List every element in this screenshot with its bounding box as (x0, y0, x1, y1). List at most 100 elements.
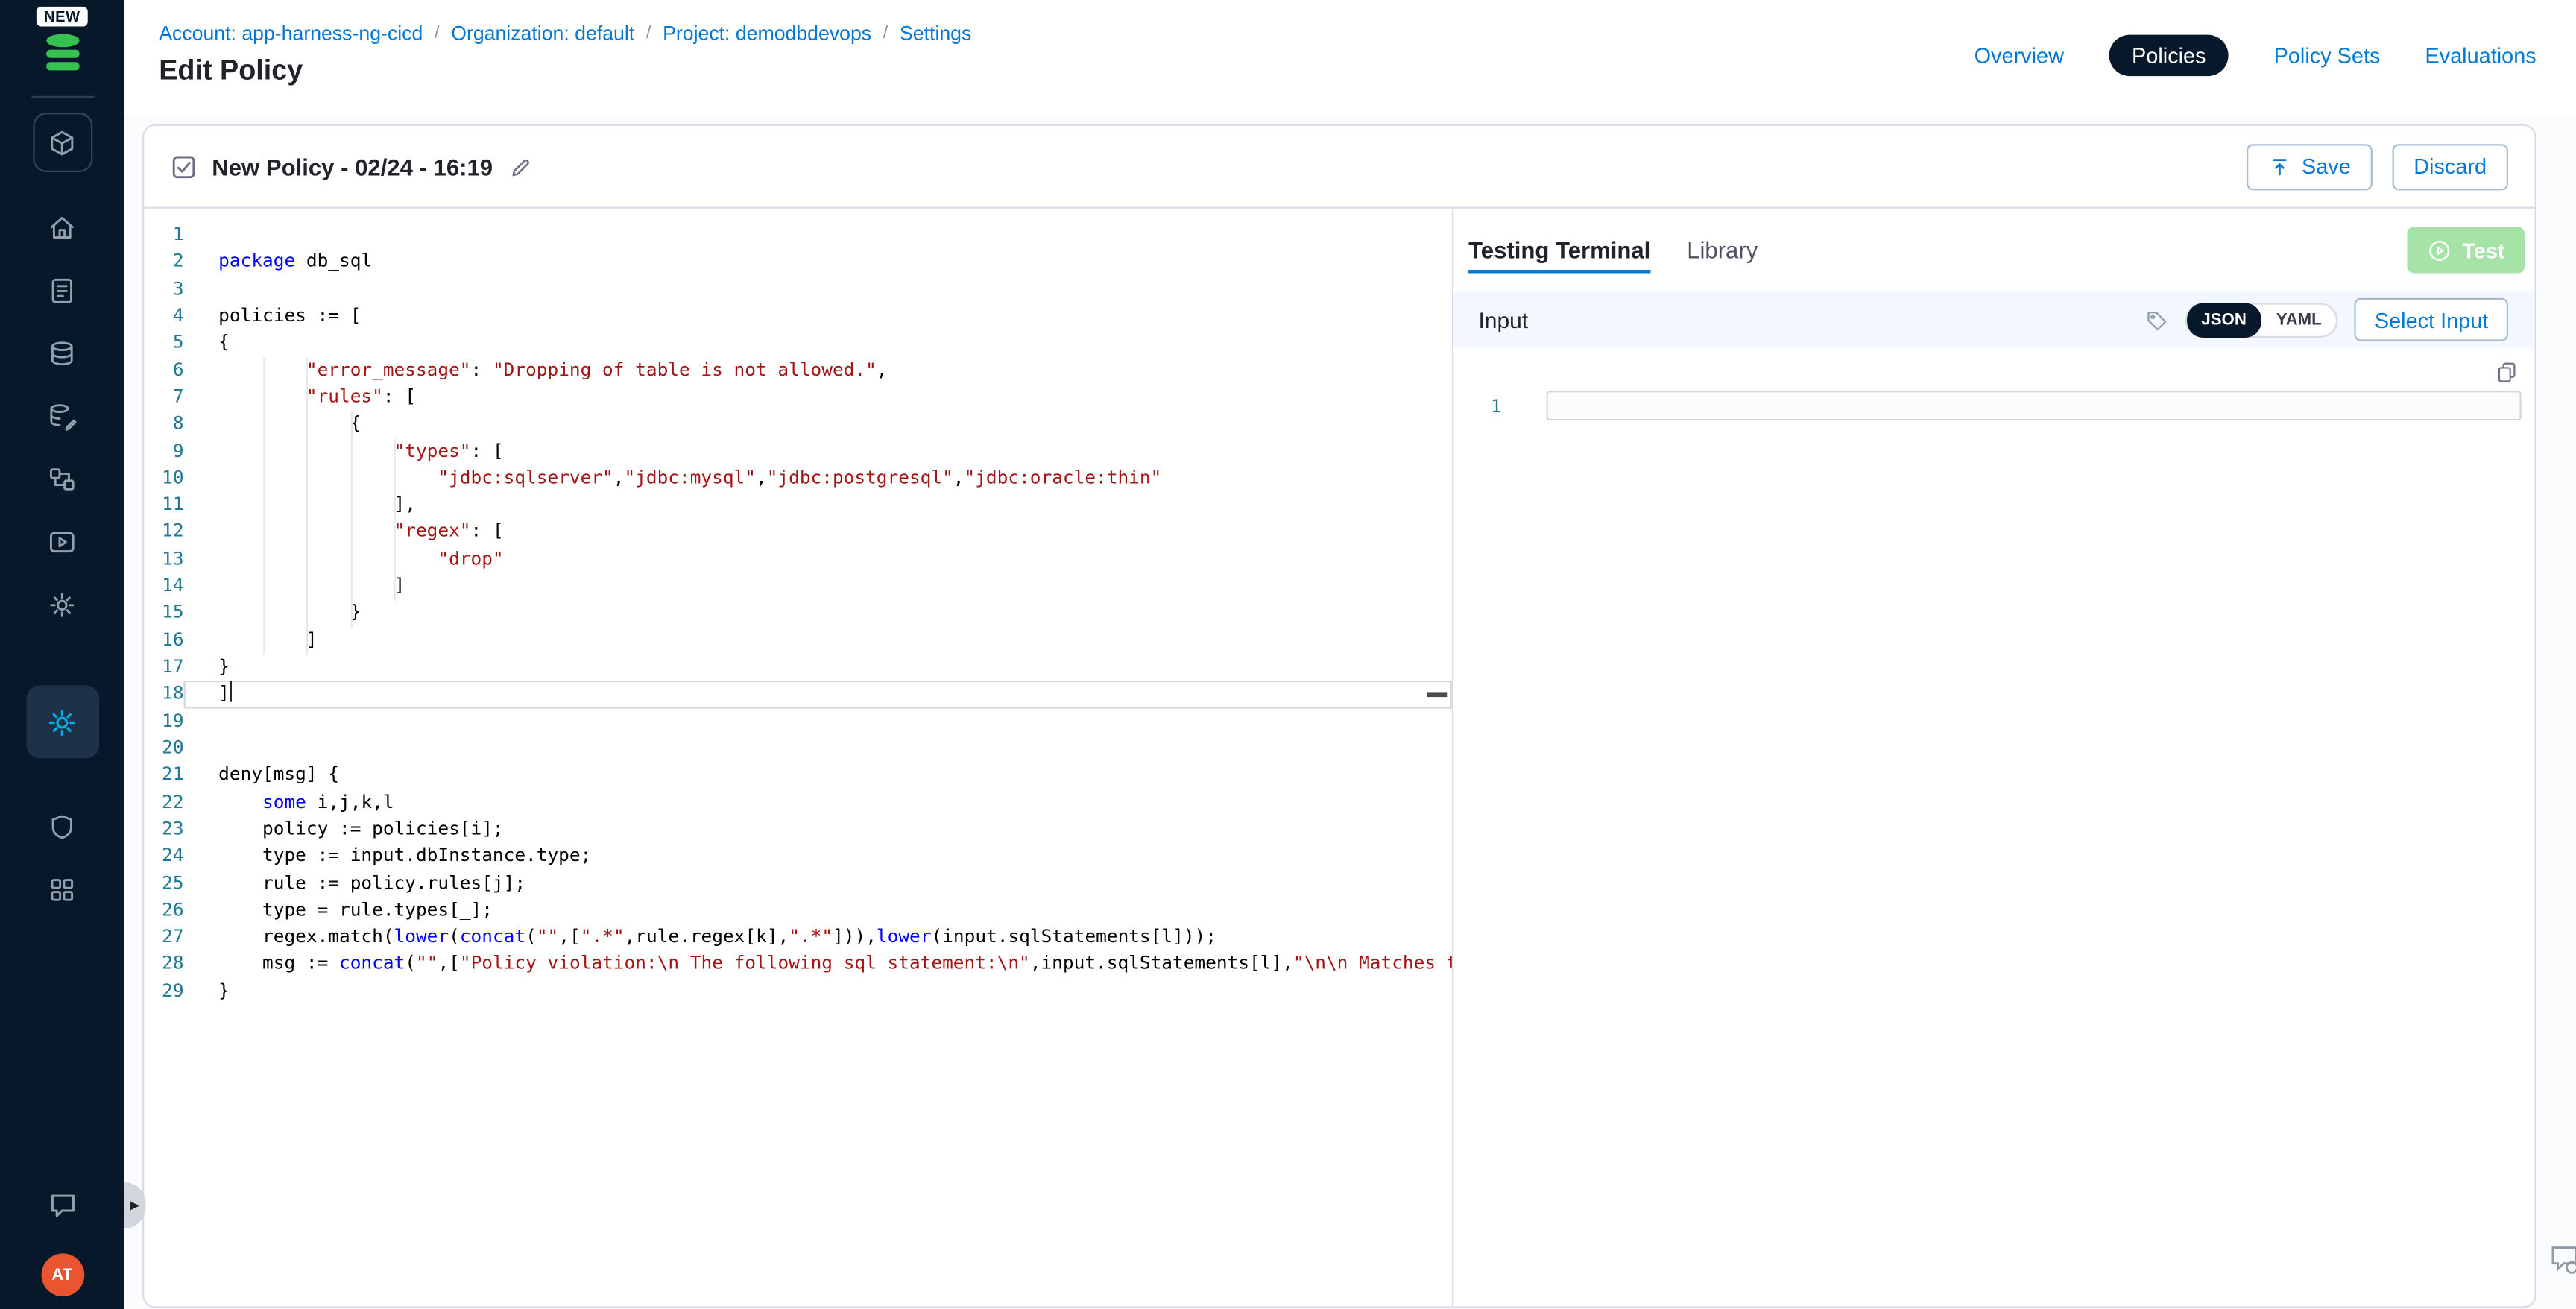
line-content: { (184, 330, 1452, 357)
line-number: 26 (144, 897, 183, 924)
sidebar-item-db-changes[interactable] (29, 384, 95, 447)
code-line-13[interactable]: 13 "drop" (144, 546, 1452, 573)
line-number: 20 (144, 735, 183, 762)
tab-policies-active[interactable]: Policies (2109, 34, 2229, 76)
sidebar-item-organization[interactable] (29, 858, 95, 921)
sidebar-item-policies[interactable] (29, 258, 95, 321)
play-box-icon (46, 526, 78, 557)
home-icon (46, 211, 78, 242)
line-content: package db_sql (184, 249, 1452, 276)
sidebar-item-settings[interactable] (29, 573, 95, 636)
code-line-6[interactable]: 6 "error_message": "Dropping of table is… (144, 357, 1452, 384)
policy-editor-card: New Policy - 02/24 - 16:19 Save Discard (142, 124, 2536, 1308)
code-line-21[interactable]: 21deny[msg] { (144, 762, 1452, 789)
testing-panel-tabs: Testing Terminal Library Test (1453, 209, 2534, 291)
code-lines: 12package db_sql34policies := [5{6 "erro… (144, 222, 1452, 1006)
user-avatar[interactable]: AT (40, 1253, 83, 1296)
sidebar-item-governance[interactable] (29, 795, 95, 857)
tag-button[interactable] (2144, 307, 2168, 332)
sidebar-item-pipelines[interactable] (29, 447, 95, 510)
policy-code-editor[interactable]: 12package db_sql34policies := [5{6 "erro… (144, 209, 1452, 1307)
chat-bubble-icon (2546, 1240, 2576, 1277)
code-line-20[interactable]: 20 (144, 735, 1452, 762)
input-section-bar: Input JSON YAML Select Input (1453, 291, 2534, 348)
code-line-10[interactable]: 10 "jdbc:sqlserver","jdbc:mysql","jdbc:p… (144, 465, 1452, 492)
line-number: 5 (144, 330, 183, 357)
help-chat-button[interactable] (45, 1189, 78, 1227)
code-line-14[interactable]: 14 ] (144, 573, 1452, 600)
code-line-3[interactable]: 3 (144, 276, 1452, 303)
cube-icon (46, 127, 78, 158)
code-line-19[interactable]: 19 (144, 708, 1452, 735)
code-line-4[interactable]: 4policies := [ (144, 303, 1452, 329)
format-yaml-option[interactable]: YAML (2261, 302, 2337, 337)
code-line-28[interactable]: 28 msg := concat("",["Policy violation:\… (144, 951, 1452, 978)
line-number: 14 (144, 573, 183, 600)
sidebar-item-module[interactable] (32, 113, 92, 172)
code-line-11[interactable]: 11 ], (144, 492, 1452, 519)
code-line-18[interactable]: 18] (144, 681, 1452, 708)
sidebar-item-executions[interactable] (29, 510, 95, 573)
line-content: "error_message": "Dropping of table is n… (184, 357, 1452, 384)
chevron-right-icon: ▶ (130, 1199, 139, 1212)
line-number: 4 (144, 303, 183, 329)
line-number: 19 (144, 708, 183, 735)
tab-evaluations[interactable]: Evaluations (2425, 42, 2536, 67)
code-line-12[interactable]: 12 "regex": [ (144, 519, 1452, 546)
line-content: type := input.dbInstance.type; (184, 843, 1452, 870)
save-button[interactable]: Save (2247, 143, 2373, 189)
code-line-16[interactable]: 16 ] (144, 627, 1452, 654)
breadcrumb-separator: / (883, 23, 888, 43)
line-content: "regex": [ (184, 519, 1452, 546)
input-label: Input (1478, 307, 1528, 332)
breadcrumb-settings[interactable]: Settings (900, 22, 971, 45)
code-line-5[interactable]: 5{ (144, 330, 1452, 357)
play-circle-icon (2428, 238, 2452, 262)
code-line-22[interactable]: 22 some i,j,k,l (144, 789, 1452, 816)
code-line-15[interactable]: 15 } (144, 600, 1452, 627)
line-content: rule := policy.rules[j]; (184, 870, 1452, 897)
sidebar-item-databases[interactable] (29, 321, 95, 384)
tag-icon (2144, 307, 2168, 332)
format-json-option[interactable]: JSON (2186, 302, 2261, 337)
line-number: 1 (1453, 395, 1501, 417)
edit-policy-name-button[interactable] (508, 155, 531, 178)
test-button[interactable]: Test (2408, 227, 2525, 273)
input-editor-current-line[interactable] (1547, 391, 2522, 420)
select-input-button[interactable]: Select Input (2355, 298, 2508, 341)
discard-button[interactable]: Discard (2392, 143, 2508, 189)
code-line-1[interactable]: 1 (144, 222, 1452, 249)
code-line-2[interactable]: 2package db_sql (144, 249, 1452, 276)
code-line-27[interactable]: 27 regex.match(lower(concat("",[".*",rul… (144, 924, 1452, 951)
policy-nav-tabs: Overview Policies Policy Sets Evaluation… (1974, 33, 2536, 76)
tab-policy-sets[interactable]: Policy Sets (2274, 42, 2381, 67)
copy-icon (2495, 359, 2518, 382)
support-chat-widget[interactable] (2546, 1240, 2576, 1282)
code-line-23[interactable]: 23 policy := policies[i]; (144, 816, 1452, 843)
code-line-26[interactable]: 26 type = rule.types[_]; (144, 897, 1452, 924)
line-content: policy := policies[i]; (184, 816, 1452, 843)
breadcrumb-account[interactable]: Account: app-harness-ng-cicd (159, 22, 423, 45)
line-number: 24 (144, 843, 183, 870)
sidebar-item-home[interactable] (29, 195, 95, 258)
code-line-7[interactable]: 7 "rules": [ (144, 384, 1452, 411)
line-number: 7 (144, 384, 183, 411)
line-number: 25 (144, 870, 183, 897)
line-content: deny[msg] { (184, 762, 1452, 789)
tab-testing-terminal[interactable]: Testing Terminal (1468, 209, 1650, 291)
code-line-29[interactable]: 29} (144, 978, 1452, 1005)
code-line-25[interactable]: 25 rule := policy.rules[j]; (144, 870, 1452, 897)
shield-icon (46, 810, 78, 842)
code-line-17[interactable]: 17} (144, 654, 1452, 681)
tab-library[interactable]: Library (1687, 209, 1758, 291)
harness-db-devops-logo[interactable] (40, 31, 83, 81)
breadcrumb-organization[interactable]: Organization: default (451, 22, 634, 45)
tab-overview[interactable]: Overview (1974, 42, 2064, 67)
breadcrumb-project[interactable]: Project: demodbdevops (663, 22, 871, 45)
input-editor-line: 1 (1453, 391, 2534, 420)
code-line-9[interactable]: 9 "types": [ (144, 438, 1452, 464)
code-line-24[interactable]: 24 type := input.dbInstance.type; (144, 843, 1452, 870)
code-line-8[interactable]: 8 { (144, 411, 1452, 438)
sidebar-item-project-settings-active[interactable] (25, 686, 98, 759)
copy-button[interactable] (2495, 359, 2518, 388)
